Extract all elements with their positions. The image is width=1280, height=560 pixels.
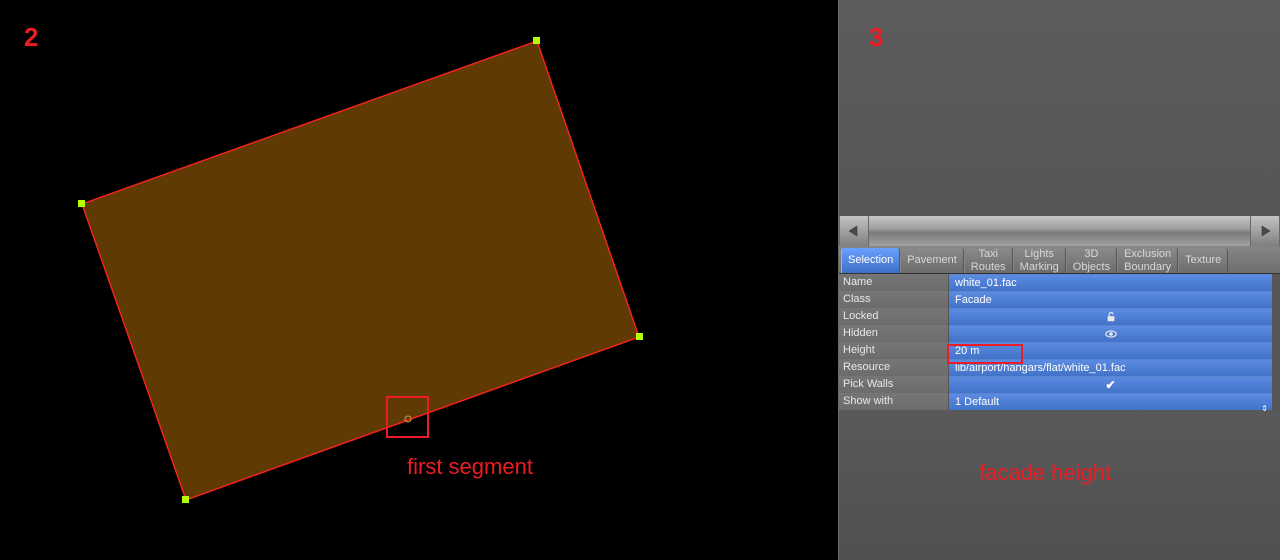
vertex-handle[interactable] xyxy=(78,200,85,207)
height-highlight-box xyxy=(947,344,1023,364)
prop-row-pickwalls: Pick Walls ✔ xyxy=(839,376,1272,393)
pickwalls-checkbox[interactable]: ✔ xyxy=(949,376,1272,393)
prop-label: Name xyxy=(839,274,949,291)
lock-open-icon xyxy=(1104,311,1118,323)
scroll-track[interactable] xyxy=(869,216,1250,246)
hidden-toggle[interactable] xyxy=(949,325,1272,342)
eye-icon xyxy=(1104,328,1118,340)
property-table: Name white_01.fac Class Facade Locked Hi… xyxy=(839,274,1280,410)
inspector-panel: 3 Selection Pavement Taxi Routes Lights … xyxy=(838,0,1280,560)
prop-row-name: Name white_01.fac xyxy=(839,274,1272,291)
vertex-handle[interactable] xyxy=(533,37,540,44)
first-segment-highlight-box xyxy=(386,396,429,438)
prop-label: Height xyxy=(839,342,949,359)
showwith-dropdown[interactable]: 1 Default ⇕ xyxy=(949,393,1272,410)
prop-row-height: Height 20 m xyxy=(839,342,1272,359)
showwith-value: 1 Default xyxy=(955,396,999,408)
locked-toggle[interactable] xyxy=(949,308,1272,325)
prop-label: Resource xyxy=(839,359,949,376)
prop-label: Hidden xyxy=(839,325,949,342)
prop-row-class: Class Facade xyxy=(839,291,1272,308)
chevron-updown-icon: ⇕ xyxy=(1261,400,1268,417)
facade-height-label: facade height xyxy=(979,460,1111,486)
checkmark-icon: ✔ xyxy=(1105,378,1115,392)
prop-label: Show with xyxy=(839,393,949,410)
viewport-2d[interactable]: 2 first segment xyxy=(0,0,838,560)
tab-3d-objects[interactable]: 3D Objects xyxy=(1066,248,1117,273)
vertex-handle[interactable] xyxy=(182,496,189,503)
prop-label: Pick Walls xyxy=(839,376,949,393)
tab-taxi-routes[interactable]: Taxi Routes xyxy=(964,248,1013,273)
tab-exclusion-boundary[interactable]: Exclusion Boundary xyxy=(1117,248,1178,273)
step-number-2: 2 xyxy=(24,22,38,53)
horizontal-scrollbar[interactable] xyxy=(839,216,1280,246)
first-segment-label: first segment xyxy=(407,454,533,480)
inspector-empty-area: facade height xyxy=(839,410,1280,560)
preview-area[interactable]: 3 xyxy=(839,0,1280,216)
vertex-handle[interactable] xyxy=(636,333,643,340)
prop-row-resource: Resource lib/airport/hangars/flat/white_… xyxy=(839,359,1272,376)
scroll-right-button[interactable] xyxy=(1250,216,1280,246)
prop-row-locked: Locked xyxy=(839,308,1272,325)
prop-label: Class xyxy=(839,291,949,308)
prop-label: Locked xyxy=(839,308,949,325)
prop-row-hidden: Hidden xyxy=(839,325,1272,342)
tab-selection[interactable]: Selection xyxy=(841,248,900,273)
prop-row-showwith: Show with 1 Default ⇕ xyxy=(839,393,1272,410)
tab-lights-marking[interactable]: Lights Marking xyxy=(1013,248,1066,273)
class-field[interactable]: Facade xyxy=(949,291,1272,308)
name-field[interactable]: white_01.fac xyxy=(949,274,1272,291)
step-number-3: 3 xyxy=(869,22,883,53)
scroll-left-button[interactable] xyxy=(839,216,869,246)
tab-bar: Selection Pavement Taxi Routes Lights Ma… xyxy=(839,246,1280,274)
triangle-left-icon xyxy=(847,225,861,237)
tab-pavement[interactable]: Pavement xyxy=(900,248,964,273)
tab-texture[interactable]: Texture xyxy=(1178,248,1228,273)
triangle-right-icon xyxy=(1258,225,1272,237)
